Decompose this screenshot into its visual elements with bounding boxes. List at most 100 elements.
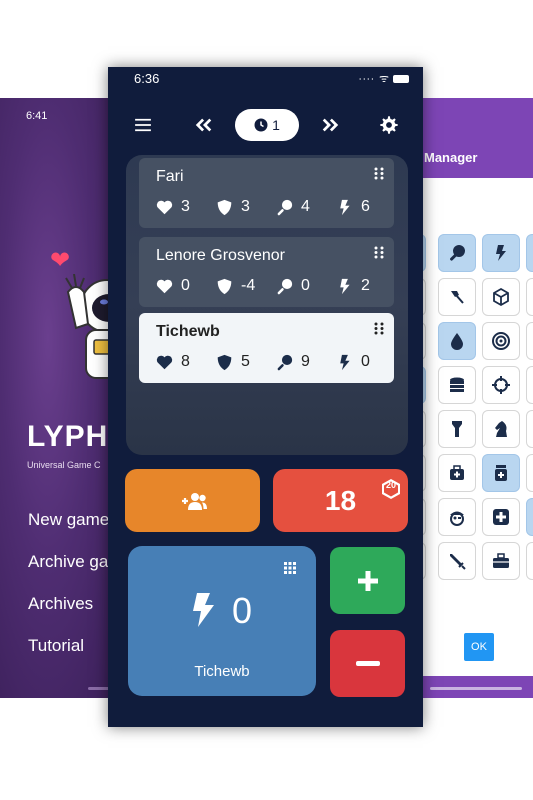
drop-icon <box>451 333 463 350</box>
left-app-screen: 6:41 ❤ LYPH Universal Game C New game Ar… <box>0 98 120 698</box>
icon-cell-pirate[interactable] <box>438 498 476 536</box>
bolt-icon <box>340 278 350 294</box>
home-indicator <box>430 687 522 690</box>
plus-box-icon <box>493 509 509 525</box>
manager-header: Manager <box>410 98 533 178</box>
heart-icon <box>156 355 173 369</box>
icon-cell[interactable] <box>526 498 533 536</box>
player-name: Tichewb <box>156 323 220 340</box>
heart-icon <box>156 200 173 214</box>
sword-icon <box>450 554 466 570</box>
icon-cell-bottle[interactable] <box>482 454 520 492</box>
menu-icon[interactable] <box>133 117 153 133</box>
dice-sides: 20 <box>385 480 396 490</box>
icon-cell-knight[interactable] <box>482 410 520 448</box>
manager-title: Manager <box>424 150 478 165</box>
menu-archive-game[interactable]: Archive ga <box>28 552 108 572</box>
icon-cell[interactable] <box>526 542 533 580</box>
player-name: Fari <box>156 168 184 185</box>
active-counter-card[interactable]: 0 Tichewb <box>128 546 316 696</box>
icon-cell[interactable] <box>526 322 533 360</box>
drag-handle-icon[interactable] <box>374 322 384 335</box>
stat-weapon: 9 <box>276 353 336 371</box>
stat-energy: 0 <box>336 353 396 371</box>
clock-icon <box>254 118 268 132</box>
icon-cell[interactable] <box>526 410 533 448</box>
crosshair-icon <box>492 376 510 394</box>
icon-cell-flashlight[interactable] <box>438 410 476 448</box>
stat-armor: 3 <box>216 198 276 216</box>
heart-icon: ❤ <box>50 247 71 274</box>
icon-cell[interactable] <box>526 278 533 316</box>
drag-handle-icon[interactable] <box>374 246 384 259</box>
icon-cell-cube[interactable] <box>482 278 520 316</box>
axe-icon <box>451 291 464 304</box>
icon-cell-sword[interactable] <box>438 542 476 580</box>
stat-life: 8 <box>156 353 216 371</box>
turn-number: 1 <box>272 117 280 133</box>
bottle-icon <box>495 465 507 481</box>
turn-counter[interactable]: 1 <box>235 109 299 141</box>
app-tagline: Universal Game C <box>27 460 101 470</box>
icon-cell[interactable] <box>526 454 533 492</box>
menu-new-game[interactable]: New game <box>28 510 109 530</box>
stat-armor: 5 <box>216 353 276 371</box>
previous-player-button[interactable] <box>192 113 216 137</box>
icon-cell-paddle[interactable] <box>438 234 476 272</box>
stat-value: 3 <box>181 198 190 215</box>
stat-life: 3 <box>156 198 216 216</box>
cube-icon <box>493 287 509 307</box>
coins-icon <box>450 377 464 392</box>
ok-button[interactable]: OK <box>464 633 494 661</box>
icon-cell-coins[interactable] <box>438 366 476 404</box>
paddle-icon <box>277 354 293 370</box>
icon-cell-medkit[interactable] <box>438 454 476 492</box>
icon-cell-crosshair[interactable] <box>482 366 520 404</box>
grid-icon[interactable] <box>284 562 296 574</box>
icon-cell-target[interactable] <box>482 322 520 360</box>
minus-icon <box>355 661 380 666</box>
stat-value: 6 <box>361 198 370 215</box>
icon-cell-bolt[interactable] <box>482 234 520 272</box>
add-player-button[interactable] <box>125 469 260 532</box>
stat-value: 3 <box>241 198 250 215</box>
stat-value: 4 <box>301 198 310 215</box>
stat-energy: 2 <box>336 277 396 295</box>
menu-tutorial[interactable]: Tutorial <box>28 636 84 656</box>
next-player-button[interactable] <box>318 113 342 137</box>
counter-player-name: Tichewb <box>194 663 250 680</box>
right-app-screen: Manager OK <box>410 98 533 698</box>
bolt-icon <box>340 199 350 215</box>
drag-handle-icon[interactable] <box>374 167 384 180</box>
counter-value: 0 <box>232 590 253 631</box>
stat-value: 0 <box>301 277 310 294</box>
player-card[interactable]: Lenore Grosvenor 0 -4 0 2 <box>139 237 394 307</box>
icon-cell[interactable] <box>526 234 533 272</box>
paddle-icon <box>450 245 465 261</box>
wifi-icon: ∙∙∙∙ ᯤ <box>358 73 390 85</box>
player-name: Lenore Grosvenor <box>156 247 285 264</box>
icon-cell[interactable] <box>526 366 533 404</box>
stat-weapon: 0 <box>276 277 336 295</box>
stat-value: 5 <box>241 353 250 370</box>
icon-cell-axe[interactable] <box>438 278 476 316</box>
double-chevron-right-icon <box>322 118 339 132</box>
screenshot-collage: 6:41 ❤ LYPH Universal Game C New game Ar… <box>0 0 533 800</box>
player-card-active[interactable]: Tichewb 8 5 9 0 <box>139 313 394 383</box>
menu-archives[interactable]: Archives <box>28 594 93 614</box>
plus-icon <box>357 570 378 591</box>
player-card[interactable]: Fari 3 3 4 6 <box>139 158 394 228</box>
d20-icon: 20 <box>380 475 402 499</box>
status-icons: ∙∙∙∙ ᯤ <box>359 71 409 86</box>
battery-icon <box>393 75 409 84</box>
stat-value: -4 <box>241 277 256 294</box>
icon-cell-plus-box[interactable] <box>482 498 520 536</box>
stat-value: 9 <box>301 353 310 370</box>
icon-cell-drop[interactable] <box>438 322 476 360</box>
dice-roll-button[interactable]: 18 20 <box>273 469 408 532</box>
increment-button[interactable] <box>330 547 405 614</box>
gear-icon[interactable] <box>378 114 400 136</box>
icon-cell-toolbox[interactable] <box>482 542 520 580</box>
decrement-button[interactable] <box>330 630 405 697</box>
stat-weapon: 4 <box>276 198 336 216</box>
